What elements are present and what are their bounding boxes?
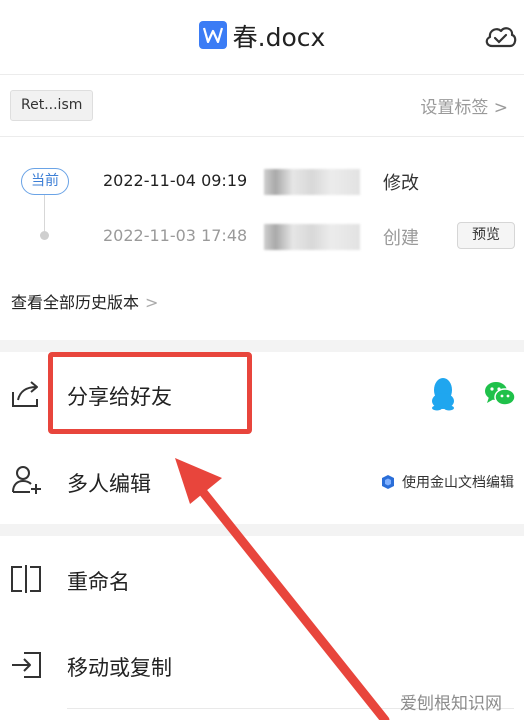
history-action-1: 修改: [383, 173, 419, 194]
rename-label: 重命名: [67, 570, 130, 594]
section-divider: [0, 340, 524, 352]
cloud-sync-icon[interactable]: [483, 22, 517, 50]
view-all-label: 查看全部历史版本: [11, 293, 140, 312]
history-action-2: 创建: [383, 228, 419, 249]
wechat-icon[interactable]: [484, 380, 516, 408]
top-bar: 春.docx: [0, 0, 524, 75]
jinshan-docs-link[interactable]: 使用金山文档编辑: [380, 472, 514, 492]
multi-edit-row[interactable]: 多人编辑 使用金山文档编辑: [0, 438, 524, 524]
jinshan-docs-label: 使用金山文档编辑: [402, 475, 514, 491]
multi-edit-label: 多人编辑: [67, 472, 151, 496]
tag-row: Ret...ism 设置标签 >: [0, 75, 524, 137]
timeline-dot: [40, 231, 49, 240]
chevron-right-icon: >: [145, 293, 159, 312]
blurred-username: [264, 224, 360, 250]
rename-row[interactable]: 重命名: [0, 536, 524, 622]
qq-icon[interactable]: [430, 377, 456, 411]
watermark: 爱刨根知识网: [400, 694, 502, 714]
view-all-history-link[interactable]: 查看全部历史版本 >: [11, 289, 158, 313]
version-history: 当前 2022-11-04 09:19 修改 2022-11-03 17:48 …: [0, 137, 524, 340]
tag-chip[interactable]: Ret...ism: [10, 90, 94, 121]
jinshan-docs-icon: [382, 475, 394, 489]
share-icon: [12, 381, 38, 407]
annotation-highlight-box: [48, 352, 252, 434]
section-divider: [0, 524, 524, 536]
history-time-1: 2022-11-04 09:19: [103, 171, 248, 190]
rename-icon: [11, 565, 41, 593]
doc-title: 春.docx: [0, 18, 524, 54]
add-user-icon: [12, 466, 41, 494]
current-badge: 当前: [21, 168, 69, 195]
doc-title-text: 春.docx: [232, 23, 326, 52]
timeline-line: [44, 195, 45, 233]
move-copy-label: 移动或复制: [67, 656, 172, 680]
move-icon: [12, 652, 41, 678]
set-tag-link[interactable]: 设置标签 >: [420, 93, 508, 118]
history-time-2: 2022-11-03 17:48: [103, 226, 248, 245]
word-doc-icon: [198, 21, 227, 49]
preview-button[interactable]: 预览: [457, 222, 515, 249]
blurred-username: [264, 169, 360, 195]
